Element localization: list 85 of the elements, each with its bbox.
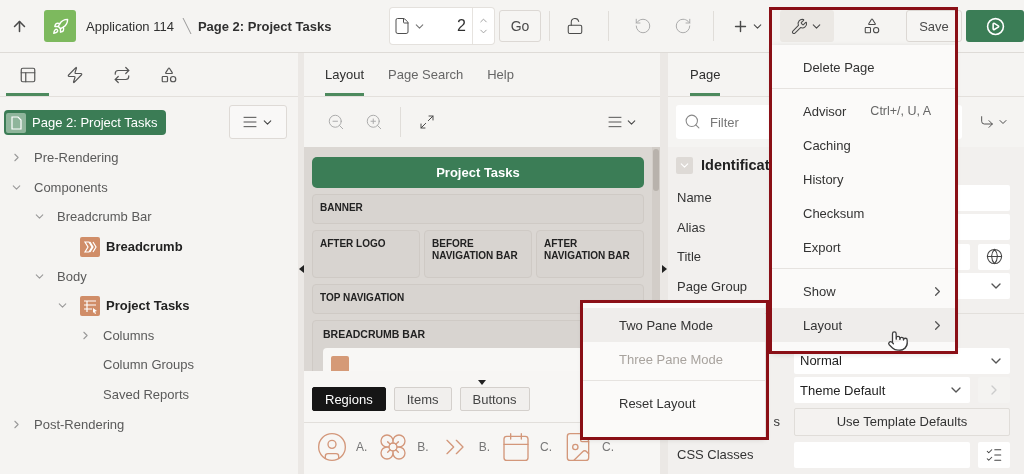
menu-item[interactable]: Two Pane Mode xyxy=(583,308,765,342)
property-label: Title xyxy=(677,249,702,265)
gallery-item-label: C. xyxy=(602,440,615,454)
property-label: s xyxy=(773,414,780,429)
menu-icon xyxy=(606,114,623,130)
tree-item[interactable]: Column Groups xyxy=(103,357,195,373)
region-label: BREADCRUMB BAR xyxy=(323,328,427,340)
view-menu-button[interactable] xyxy=(229,105,287,139)
tab[interactable]: Page xyxy=(690,56,721,96)
gallery-item-label: A. xyxy=(356,440,368,454)
globe-button[interactable] xyxy=(978,243,1010,270)
tree-item[interactable]: Columns xyxy=(103,327,155,343)
globe-icon xyxy=(985,248,1003,266)
page-icon xyxy=(392,17,411,35)
play-icon xyxy=(985,16,1005,36)
page-number-input[interactable]: 2 xyxy=(428,16,472,36)
tree-root-item[interactable]: Page 2: Project Tasks xyxy=(4,110,166,135)
menu-item[interactable]: Show xyxy=(772,274,955,308)
tree-item[interactable]: Project Tasks xyxy=(106,298,190,314)
gallery-tab[interactable]: Buttons xyxy=(459,387,530,411)
tree-item[interactable]: Breadcrumb Bar xyxy=(57,209,152,225)
tree-item[interactable]: Post-Rendering xyxy=(34,416,125,432)
zoom-out-icon xyxy=(327,113,345,131)
region-slot: BEFORE NAVIGATION BAR xyxy=(424,230,532,278)
go-button[interactable]: Go xyxy=(499,10,541,42)
down-right-arrow-icon xyxy=(979,114,995,130)
property-label: Page Group xyxy=(677,278,748,294)
property-label: CSS Classes xyxy=(677,447,754,462)
gallery-tab[interactable]: Regions xyxy=(312,387,386,411)
tab[interactable]: Layout xyxy=(325,56,365,96)
tree-item[interactable]: Saved Reports xyxy=(103,387,189,403)
search-icon xyxy=(684,113,701,130)
region-slot: AFTER NAVIGATION BAR xyxy=(536,230,644,278)
breadcrumb-icon xyxy=(80,236,100,257)
wrench-icon xyxy=(791,17,808,35)
menu-item[interactable]: Reset Layout xyxy=(583,386,765,420)
menu-item[interactable]: History xyxy=(772,162,955,196)
cycle-arrows-icon xyxy=(112,65,131,84)
expand-icon xyxy=(419,114,435,130)
page-icon xyxy=(6,112,26,133)
tab[interactable]: Page Search xyxy=(388,56,464,96)
shapes-icon xyxy=(863,17,881,35)
save-button[interactable]: Save xyxy=(906,10,962,42)
page-title: Page 2: Project Tasks xyxy=(197,18,332,34)
zoom-in-icon xyxy=(365,113,383,131)
property-label: Alias xyxy=(677,219,706,235)
undo-icon xyxy=(634,17,652,35)
tree-item[interactable]: Body xyxy=(57,268,87,284)
tree-item[interactable]: Pre-Rendering xyxy=(34,150,119,166)
select-field[interactable]: Theme Default xyxy=(794,377,970,404)
app-link[interactable]: Application 114 xyxy=(86,18,174,34)
menu-item[interactable]: Caching xyxy=(772,128,955,162)
menu-item[interactable]: Advisor Ctrl+/, U, A xyxy=(772,94,955,128)
menu-item[interactable]: Layout xyxy=(772,308,955,342)
menu-item[interactable]: Delete Page xyxy=(772,50,955,84)
run-button[interactable] xyxy=(966,10,1024,42)
report-icon xyxy=(80,295,100,316)
app-icon xyxy=(44,10,76,42)
template-defaults-button[interactable]: Use Template Defaults xyxy=(794,407,1010,436)
unlocked-icon xyxy=(566,17,584,35)
collapse-button[interactable] xyxy=(676,156,693,174)
utilities-button[interactable] xyxy=(780,10,834,42)
lightning-icon xyxy=(65,65,84,84)
tree-item[interactable]: Breadcrumb xyxy=(106,239,183,255)
gallery-tab[interactable]: Items xyxy=(393,387,452,411)
redo-icon xyxy=(674,17,692,35)
menu-icon xyxy=(242,114,258,130)
gallery-item-label: B. xyxy=(478,440,491,454)
property-label: Name xyxy=(677,190,712,206)
list-button[interactable] xyxy=(978,441,1010,468)
gallery-item-label: B. xyxy=(417,440,429,454)
layout-icon xyxy=(18,65,37,84)
avatar-icon[interactable] xyxy=(316,431,348,463)
region-slot: AFTER LOGO xyxy=(312,230,420,278)
shapes-icon xyxy=(159,65,178,84)
gallery-item-label: C. xyxy=(540,440,553,454)
section-title: Identificat xyxy=(701,157,770,173)
page-title-bar: Project Tasks xyxy=(312,157,644,188)
region-slot: BANNER xyxy=(312,194,644,224)
tree-item[interactable]: Components xyxy=(34,179,108,195)
page-selector[interactable]: 2 xyxy=(390,8,494,44)
tab[interactable]: Help xyxy=(487,56,514,96)
menu-item[interactable]: Checksum xyxy=(772,196,955,230)
resize-handle[interactable] xyxy=(478,380,486,385)
menu-item[interactable]: Export xyxy=(772,230,955,264)
